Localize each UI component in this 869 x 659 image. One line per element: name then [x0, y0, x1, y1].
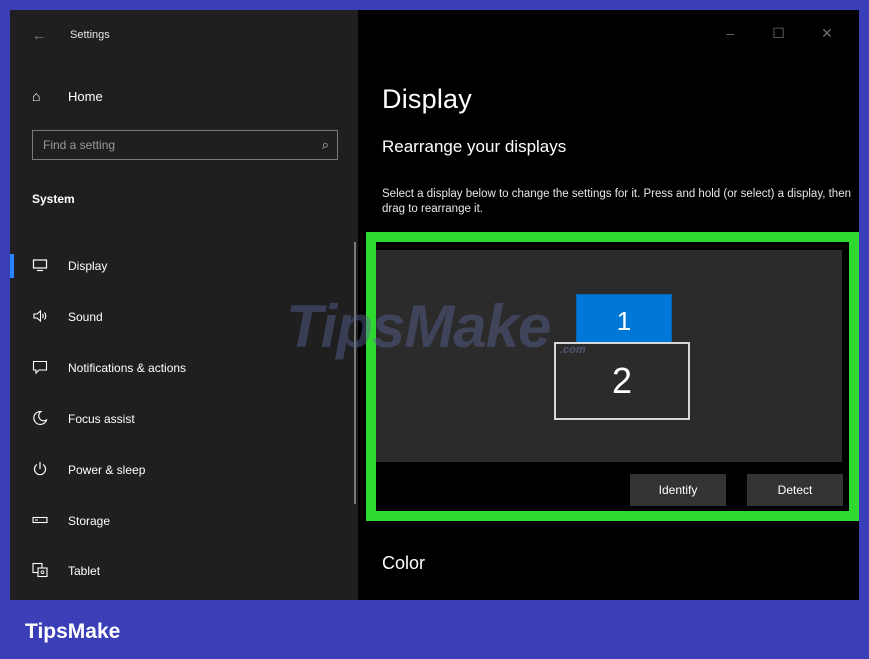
search-box[interactable]: ⌕ — [32, 130, 338, 160]
sidebar-item-label: Power & sleep — [68, 463, 146, 477]
nav-home-label: Home — [68, 89, 103, 104]
sidebar-scrollbar[interactable] — [354, 242, 356, 504]
sidebar-item-label: Notifications & actions — [68, 361, 187, 375]
monitor-icon — [32, 259, 48, 272]
instructions-text: Select a display below to change the set… — [382, 188, 851, 215]
sidebar-item-focus-assist[interactable]: Focus assist — [10, 401, 350, 437]
display-2-number: 2 — [611, 360, 633, 401]
title-bar: ← Settings — [10, 10, 358, 60]
back-arrow-icon[interactable]: ← — [32, 27, 46, 43]
minimize-icon[interactable]: – — [708, 25, 752, 41]
sidebar: ← Settings ⌂ Home ⌕ System Display — [10, 10, 358, 600]
storage-icon — [32, 516, 48, 524]
page-title: Display — [382, 84, 472, 114]
sidebar-item-tablet[interactable]: Tablet — [10, 553, 350, 589]
sidebar-item-label: Focus assist — [68, 412, 135, 426]
tablet-icon — [32, 562, 48, 578]
section-label: System — [32, 192, 75, 206]
watermark-suffix: .com — [560, 344, 586, 356]
section-subtitle: Rearrange your displays — [382, 137, 567, 156]
sidebar-item-label: Sound — [68, 310, 103, 324]
search-input[interactable] — [33, 131, 313, 159]
sidebar-item-notifications[interactable]: Notifications & actions — [10, 350, 350, 386]
notification-icon — [32, 360, 48, 375]
sidebar-item-label: Display — [68, 259, 108, 273]
speaker-icon — [33, 309, 47, 323]
sidebar-item-storage[interactable]: Storage — [10, 503, 350, 539]
sidebar-item-sound[interactable]: Sound — [10, 299, 350, 335]
moon-icon — [33, 410, 48, 426]
settings-window: ← Settings ⌂ Home ⌕ System Display — [10, 10, 859, 600]
search-icon[interactable]: ⌕ — [322, 137, 329, 153]
identify-button[interactable]: Identify — [630, 474, 726, 506]
home-icon: ⌂ — [32, 88, 41, 104]
display-arrangement-panel: 1 2 — [376, 250, 842, 462]
power-icon — [33, 462, 47, 476]
maximize-icon[interactable]: ☐ — [757, 25, 801, 42]
window-controls: – ☐ ✕ — [708, 25, 849, 45]
sidebar-item-label: Storage — [68, 514, 111, 528]
sidebar-item-display[interactable]: Display — [10, 248, 350, 284]
app-title: Settings — [70, 29, 110, 41]
color-heading: Color — [382, 553, 426, 573]
nav-home[interactable]: ⌂ Home — [32, 86, 332, 110]
display-1-tile[interactable]: 1 — [576, 294, 672, 348]
sidebar-item-power-sleep[interactable]: Power & sleep — [10, 452, 350, 488]
sidebar-item-label: Tablet — [68, 564, 101, 578]
main-content: – ☐ ✕ Display Rearrange your displays Se… — [358, 10, 859, 600]
close-icon[interactable]: ✕ — [805, 25, 849, 42]
detect-button[interactable]: Detect — [747, 474, 843, 506]
display-1-number: 1 — [616, 305, 632, 336]
brand-caption: TipsMake — [25, 620, 121, 643]
